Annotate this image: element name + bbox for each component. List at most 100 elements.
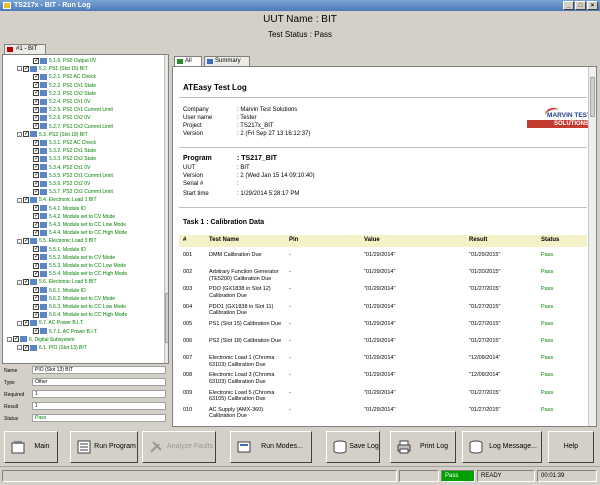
tree-item[interactable]: 5.3.1. PS2 AC Check bbox=[33, 139, 96, 147]
tree-item[interactable]: 5.3.3. PS2 Ch2 State bbox=[33, 155, 96, 163]
checkbox-icon[interactable] bbox=[33, 122, 39, 130]
checkbox-icon[interactable] bbox=[33, 327, 39, 335]
checkbox-icon[interactable] bbox=[33, 155, 39, 163]
tree-item[interactable]: 5.2.5. PS1 Ch1 Current Limit bbox=[33, 106, 113, 114]
tree-item[interactable]: - 5.3. PS2 (Slot 18) BIT bbox=[17, 130, 88, 139]
tree-item[interactable]: 5.4.2. Module set to CV Mode bbox=[33, 212, 115, 221]
checkbox-icon[interactable] bbox=[33, 73, 39, 81]
checkbox-icon[interactable] bbox=[33, 204, 39, 212]
checkbox-icon[interactable] bbox=[33, 171, 39, 179]
tree-item[interactable]: 5.2.2. PS1 Ch1 State bbox=[33, 81, 96, 90]
checkbox-icon[interactable] bbox=[33, 81, 39, 89]
checkbox-icon[interactable] bbox=[33, 89, 39, 97]
expand-icon[interactable]: - bbox=[17, 131, 22, 137]
checkbox-icon[interactable] bbox=[33, 163, 39, 171]
help-button[interactable]: Help bbox=[548, 431, 594, 463]
checkbox-icon[interactable] bbox=[33, 114, 39, 122]
expand-icon[interactable]: - bbox=[17, 66, 22, 72]
tree-item[interactable]: - 5.6. Electronic Load 5 BIT bbox=[17, 278, 97, 286]
tree-item[interactable]: 5.1.6. PS0 Output 0V bbox=[33, 57, 96, 65]
tree-item[interactable]: - 5.4. Electronic Load 1 BIT bbox=[17, 196, 97, 204]
checkbox-icon[interactable] bbox=[33, 180, 39, 188]
tree-item[interactable]: 5.6.3. Module set to CC Low Mode bbox=[33, 303, 126, 311]
checkbox-icon[interactable] bbox=[33, 253, 39, 261]
checkbox-icon[interactable] bbox=[33, 188, 39, 196]
tree-item[interactable]: - 6.1. PIO (Slot 13) BIT bbox=[17, 344, 87, 352]
checkbox-icon[interactable] bbox=[23, 278, 29, 286]
checkbox-icon[interactable] bbox=[23, 319, 29, 327]
tree-item[interactable]: 5.3.2. PS2 Ch1 State bbox=[33, 147, 96, 155]
tree-item[interactable]: 5.4.3. Module set to CC Low Mode bbox=[33, 221, 126, 229]
tree-item[interactable]: 5.3.5. PS2 Ch1 Current Limit bbox=[33, 171, 113, 180]
checkbox-icon[interactable] bbox=[33, 286, 39, 294]
tree-item[interactable]: - 5.2. PS1 (Slot 15) BIT bbox=[17, 65, 88, 73]
tree-item[interactable]: 5.5.4. Module set to CC High Mode bbox=[33, 270, 127, 278]
save-log-button[interactable]: Save Log bbox=[326, 431, 380, 463]
print-log-button[interactable]: Print Log bbox=[390, 431, 456, 463]
log-message-button[interactable]: Log Message... bbox=[462, 431, 542, 463]
maximize-button[interactable]: □ bbox=[575, 1, 586, 10]
main-button[interactable]: Main bbox=[4, 431, 58, 463]
tree-item[interactable]: 5.2.4. PS1 Ch1 0V bbox=[33, 98, 90, 106]
checkbox-icon[interactable] bbox=[33, 147, 39, 155]
checkbox-icon[interactable] bbox=[33, 98, 39, 106]
tree-item[interactable]: 5.5.3. Module set to CC Low Mode bbox=[33, 262, 126, 270]
run-modes-button[interactable]: Run Modes... bbox=[230, 431, 312, 463]
expand-icon[interactable]: - bbox=[17, 279, 22, 285]
checkbox-icon[interactable] bbox=[33, 212, 39, 220]
doc-scroll-thumb[interactable] bbox=[590, 77, 595, 117]
tree-item[interactable]: 5.2.3. PS1 Ch2 State bbox=[33, 89, 96, 98]
analyze-faults-button[interactable]: Analyze Faults bbox=[142, 431, 216, 463]
checkbox-icon[interactable] bbox=[33, 245, 39, 253]
close-button[interactable]: × bbox=[587, 1, 598, 10]
tree-item[interactable]: 5.2.7. PS1 Ch2 Current Limit bbox=[33, 122, 113, 131]
tree-item[interactable]: - 6. Digital Subsystem bbox=[7, 335, 75, 344]
checkbox-icon[interactable] bbox=[33, 294, 39, 302]
tree-item[interactable]: 5.3.4. PS2 Ch1 0V bbox=[33, 163, 90, 172]
run-program-button[interactable]: Run Program bbox=[70, 431, 138, 463]
tree-item[interactable]: 5.6.1. Module ID bbox=[33, 286, 86, 295]
tree-item[interactable]: - 5.5. Electronic Load 3 BIT bbox=[17, 237, 97, 245]
checkbox-icon[interactable] bbox=[33, 270, 39, 278]
expand-icon[interactable]: - bbox=[7, 336, 12, 342]
tab-all[interactable]: All bbox=[174, 56, 202, 66]
tree-item[interactable]: 5.7.1. AC Power B.I.T. bbox=[33, 327, 98, 336]
checkbox-icon[interactable] bbox=[13, 335, 19, 343]
checkbox-icon[interactable] bbox=[23, 237, 29, 245]
checkbox-icon[interactable] bbox=[23, 130, 29, 138]
checkbox-icon[interactable] bbox=[23, 344, 29, 352]
tree-item[interactable]: 5.2.1. PS1 AC Check bbox=[33, 73, 96, 81]
tree-item[interactable]: 5.3.6. PS2 Ch2 0V bbox=[33, 180, 90, 188]
checkbox-icon[interactable] bbox=[33, 303, 39, 311]
tree-item[interactable]: 5.6.4. Module set to CC High Mode bbox=[33, 311, 127, 319]
expand-icon[interactable]: - bbox=[17, 238, 22, 244]
tree-item[interactable]: - 5.7. AC Power B.I.T. bbox=[17, 319, 84, 327]
test-tree[interactable]: 5.1.6. PS0 Output 0V - 5.2. PS1 (Slot 15) … bbox=[2, 54, 169, 364]
checkbox-icon[interactable] bbox=[33, 229, 39, 237]
tree-item[interactable]: 5.6.2. Module set to CV Mode bbox=[33, 294, 115, 303]
expand-icon[interactable]: - bbox=[17, 197, 22, 203]
doc-scrollbar[interactable] bbox=[588, 67, 596, 426]
tree-scrollbar[interactable] bbox=[164, 55, 168, 363]
checkbox-icon[interactable] bbox=[33, 311, 39, 319]
tab-summary[interactable]: Summary bbox=[204, 56, 250, 66]
tree-item[interactable]: 5.5.2. Module set to CV Mode bbox=[33, 253, 115, 262]
tree-item[interactable]: 5.3.7. PS2 Ch2 Current Limit bbox=[33, 188, 113, 196]
checkbox-icon[interactable] bbox=[33, 262, 39, 270]
checkbox-icon[interactable] bbox=[33, 106, 39, 114]
checkbox-icon[interactable] bbox=[23, 65, 29, 73]
tree-item[interactable]: 5.2.6. PS1 Ch2 0V bbox=[33, 114, 90, 122]
tree-scroll-thumb[interactable] bbox=[165, 293, 168, 343]
tree-item[interactable]: 5.5.1. Module ID bbox=[33, 245, 86, 254]
tree-item[interactable]: 5.4.4. Module set to CC High Mode bbox=[33, 229, 127, 237]
checkbox-icon[interactable] bbox=[23, 196, 29, 204]
expand-icon[interactable]: - bbox=[17, 345, 22, 351]
tree-item[interactable]: 5.4.1. Module ID bbox=[33, 204, 86, 213]
minimize-button[interactable]: _ bbox=[563, 1, 574, 10]
tab-program[interactable]: #1 - BIT bbox=[4, 44, 46, 54]
expand-icon[interactable]: - bbox=[17, 320, 22, 326]
test-log-document[interactable]: ATEasy Test Log Company : Marvin Test So… bbox=[172, 66, 597, 427]
checkbox-icon[interactable] bbox=[33, 57, 39, 65]
checkbox-icon[interactable] bbox=[33, 139, 39, 147]
checkbox-icon[interactable] bbox=[33, 221, 39, 229]
